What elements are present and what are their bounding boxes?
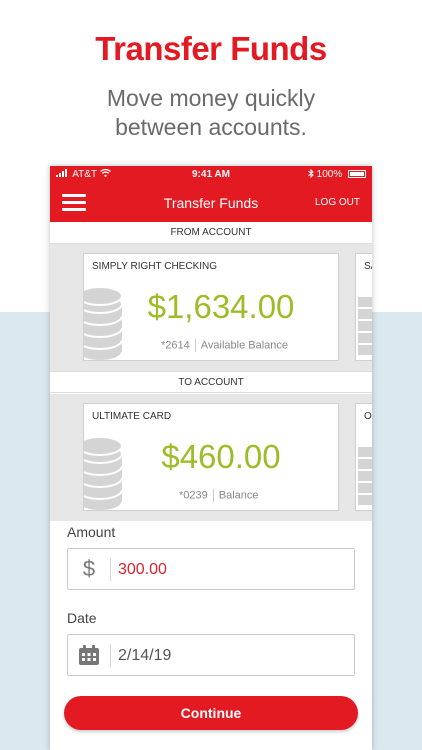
dollar-icon: $ [82, 556, 96, 581]
to-account-amount: $460.00 [161, 438, 281, 475]
battery-status: 100% [308, 168, 366, 180]
date-field[interactable]: 2/14/19 [67, 634, 355, 676]
from-account-amount: $1,634.00 [147, 288, 295, 325]
from-account-card[interactable]: SIMPLY RIGHT CHECKING $1,634.00 *2614 Av… [83, 253, 339, 361]
promo-subtitle-line1: Move money quickly [106, 85, 316, 111]
field-divider [110, 558, 111, 581]
next-account-name: O [364, 411, 372, 422]
status-bar: AT&T 9:41 AM 100% [50, 166, 372, 184]
to-account-carousel[interactable]: ULTIMATE CARD $460.00 *0239 Balance O [50, 394, 372, 521]
from-account-header: FROM ACCOUNT [50, 222, 372, 244]
next-account-card[interactable]: O [355, 403, 372, 511]
battery-icon [348, 170, 366, 178]
battery-percent: 100% [316, 169, 343, 180]
promo-subtitle-line2: between accounts. [115, 114, 307, 140]
field-divider [110, 644, 111, 667]
continue-button[interactable]: Continue [64, 696, 358, 730]
amount-field[interactable]: $ 300.00 [67, 548, 355, 590]
from-account-name: SIMPLY RIGHT CHECKING [92, 261, 218, 272]
promo-subtitle: Move money quickly between accounts. [0, 84, 422, 142]
from-account-number: *2614 [161, 339, 190, 352]
to-account-balance-label: Balance [218, 489, 259, 502]
calendar-icon[interactable] [78, 645, 100, 666]
amount-input[interactable]: 300.00 [118, 561, 167, 579]
from-account-balance-label: Available Balance [200, 339, 289, 352]
to-account-card[interactable]: ULTIMATE CARD $460.00 *0239 Balance [83, 403, 339, 511]
next-account-name: SA [364, 261, 372, 272]
to-account-name: ULTIMATE CARD [92, 411, 172, 422]
nav-bar: Transfer Funds LOG OUT [50, 184, 372, 222]
from-account-footer: *2614 Available Balance [161, 339, 288, 352]
from-account-carousel[interactable]: SIMPLY RIGHT CHECKING $1,634.00 *2614 Av… [50, 244, 372, 371]
to-account-footer: *0239 Balance [179, 489, 259, 502]
date-input[interactable]: 2/14/19 [118, 647, 171, 665]
to-account-header: TO ACCOUNT [50, 371, 372, 393]
bluetooth-icon [308, 168, 314, 179]
logout-button[interactable]: LOG OUT [315, 197, 360, 208]
date-label: Date [67, 610, 97, 626]
to-account-number: *0239 [179, 489, 208, 502]
next-account-card[interactable]: SA [355, 253, 372, 361]
promo-title: Transfer Funds [95, 30, 327, 67]
amount-label: Amount [67, 524, 116, 540]
coins-icon [357, 445, 372, 507]
phone-screen: AT&T 9:41 AM 100% Transfer Funds LOG OUT… [50, 166, 372, 750]
coins-icon [357, 295, 372, 357]
